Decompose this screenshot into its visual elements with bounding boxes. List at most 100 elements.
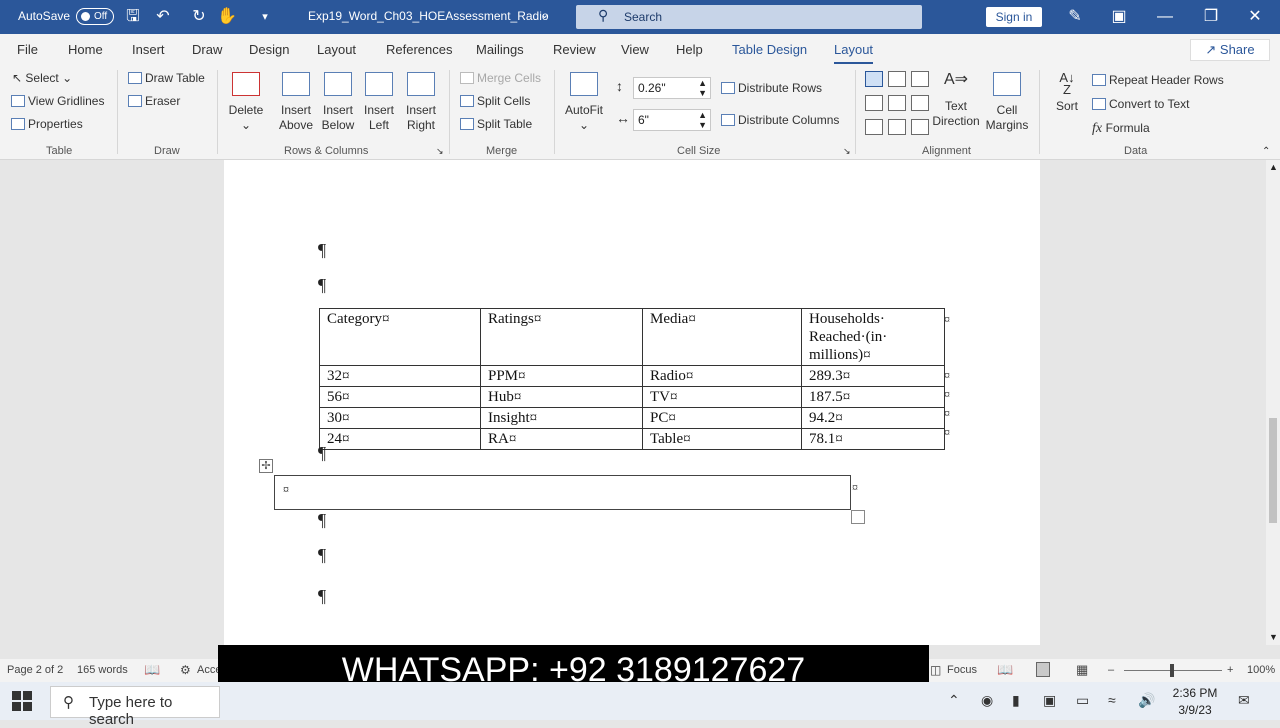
zoom-slider-thumb[interactable] [1170,664,1174,677]
scroll-down-icon[interactable]: ▼ [1269,632,1278,642]
table-cell[interactable]: PPM¤ [480,365,643,387]
screen-capture-icon[interactable]: ▣ [1043,692,1056,709]
align-top-left-icon[interactable] [865,71,883,87]
table-cell[interactable]: 56¤ [319,386,481,408]
formula-button[interactable]: fx Formula [1092,121,1150,137]
align-top-right-icon[interactable] [911,71,929,87]
zoom-level[interactable]: 100% [1247,664,1275,676]
windows-start-icon[interactable] [12,691,32,711]
ribbon-display-icon[interactable]: ▣ [1108,6,1130,28]
pen-icon[interactable]: ✎ [1064,6,1086,28]
table-cell[interactable]: RA¤ [480,428,643,450]
read-mode-icon[interactable]: 📖 [997,662,1013,678]
tab-draw[interactable]: Draw [192,42,222,57]
new-table-cell[interactable]: ¤ [283,482,289,497]
clock[interactable]: 2:36 PM 3/9/23 [1168,685,1222,719]
table-header-cell[interactable]: Category¤ [319,308,481,366]
tab-references[interactable]: References [386,42,452,57]
scrollbar-thumb[interactable] [1269,418,1277,523]
zoom-in-icon[interactable]: + [1227,664,1233,676]
select-button[interactable]: ↖ Select ⌄ [12,71,72,85]
align-bottom-left-icon[interactable] [865,119,883,135]
cell-size-launcher-icon[interactable]: ↘ [843,146,851,157]
eraser-button[interactable]: Eraser [128,94,180,108]
tab-table-layout[interactable]: Layout [834,42,874,64]
tab-file[interactable]: File [17,42,38,57]
share-button[interactable]: ↗ Share [1190,39,1270,61]
text-direction-button[interactable]: A⇒ Text Direction [932,72,980,129]
undo-icon[interactable]: ↶ [152,6,174,28]
tab-design[interactable]: Design [249,42,289,57]
column-width-field[interactable]: 6" ▲ ▼ [633,109,711,131]
sign-in-button[interactable]: Sign in [986,7,1042,27]
table-header-cell[interactable]: Households· Reached·(in· millions)¤ [801,308,945,366]
align-bottom-center-icon[interactable] [888,119,906,135]
view-gridlines-button[interactable]: View Gridlines [11,94,104,108]
paragraph-mark[interactable]: ¶ [318,443,326,464]
notifications-icon[interactable]: ✉ [1238,692,1250,709]
insert-right-button[interactable]: Insert Right [401,72,441,133]
properties-button[interactable]: Properties [11,117,83,131]
table-cell[interactable]: 78.1¤ [801,428,945,450]
repeat-header-rows-button[interactable]: Repeat Header Rows [1092,73,1224,87]
close-icon[interactable]: ✕ [1244,6,1266,28]
draw-table-button[interactable]: Draw Table [128,71,205,85]
paragraph-mark[interactable]: ¶ [318,586,326,607]
data-table[interactable]: Category¤ Ratings¤ Media¤ Households· Re… [319,308,945,450]
split-cells-button[interactable]: Split Cells [460,94,530,108]
insert-below-button[interactable]: Insert Below [318,72,358,133]
table-cell[interactable]: Radio¤ [642,365,802,387]
tab-home[interactable]: Home [68,42,103,57]
meet-icon[interactable]: ◉ [981,692,993,709]
paragraph-mark[interactable]: ¶ [318,275,326,296]
tab-insert[interactable]: Insert [132,42,165,57]
distribute-columns-button[interactable]: Distribute Columns [721,113,839,127]
autofit-button[interactable]: AutoFit ⌄ [562,72,606,133]
table-cell[interactable]: PC¤ [642,407,802,429]
table-cell[interactable]: 30¤ [319,407,481,429]
new-table[interactable]: ¤ [274,475,851,510]
tab-review[interactable]: Review [553,42,596,57]
table-cell[interactable]: 94.2¤ [801,407,945,429]
battery-icon[interactable]: ▭ [1076,692,1089,709]
table-cell[interactable]: TV¤ [642,386,802,408]
table-cell[interactable]: 187.5¤ [801,386,945,408]
sort-button[interactable]: A↓ Z Sort [1049,71,1085,114]
document-title[interactable]: Exp19_Word_Ch03_HOEAssessment_Radio [308,9,549,23]
save-icon[interactable]: 🖫 [122,6,144,28]
table-cell[interactable]: Hub¤ [480,386,643,408]
table-header-cell[interactable]: Media¤ [642,308,802,366]
align-top-center-icon[interactable] [888,71,906,87]
tab-mailings[interactable]: Mailings [476,42,524,57]
row-height-field[interactable]: 0.26" ▲ ▼ [633,77,711,99]
merge-cells-button[interactable]: Merge Cells [460,71,541,85]
collapse-ribbon-icon[interactable]: ⌃ [1262,146,1270,157]
chevron-down-icon[interactable]: ⌄ [540,8,549,21]
table-resize-handle[interactable] [851,510,865,524]
paragraph-mark[interactable]: ¶ [318,545,326,566]
touch-mode-icon[interactable]: ✋ [216,6,238,28]
paragraph-mark[interactable]: ¶ [318,240,326,261]
table-cell[interactable]: 289.3¤ [801,365,945,387]
redo-icon[interactable]: ↻ [188,6,210,28]
insert-left-button[interactable]: Insert Left [359,72,399,133]
table-cell[interactable]: Insight¤ [480,407,643,429]
word-count[interactable]: 165 words [77,664,128,676]
align-center-left-icon[interactable] [865,95,883,111]
align-bottom-right-icon[interactable] [911,119,929,135]
web-layout-icon[interactable]: ▦ [1076,662,1088,678]
align-center-right-icon[interactable] [911,95,929,111]
show-hidden-icons-icon[interactable]: ⌃ [948,692,960,709]
vertical-scrollbar[interactable]: ▲ ▼ [1266,160,1280,645]
customize-toolbar-icon[interactable]: ▾ [254,6,276,28]
delete-button[interactable]: Delete ⌄ [226,72,266,133]
cell-margins-button[interactable]: Cell Margins [984,72,1030,133]
table-header-cell[interactable]: Ratings¤ [480,308,643,366]
table-cell[interactable]: Table¤ [642,428,802,450]
usb-icon[interactable]: ▮ [1012,692,1020,709]
table-cell[interactable]: 24¤ [319,428,481,450]
taskbar-search[interactable]: ⚲ Type here to search [50,686,220,728]
convert-to-text-button[interactable]: Convert to Text [1092,97,1189,111]
restore-icon[interactable]: ❐ [1200,6,1222,28]
tab-table-design[interactable]: Table Design [732,42,807,57]
